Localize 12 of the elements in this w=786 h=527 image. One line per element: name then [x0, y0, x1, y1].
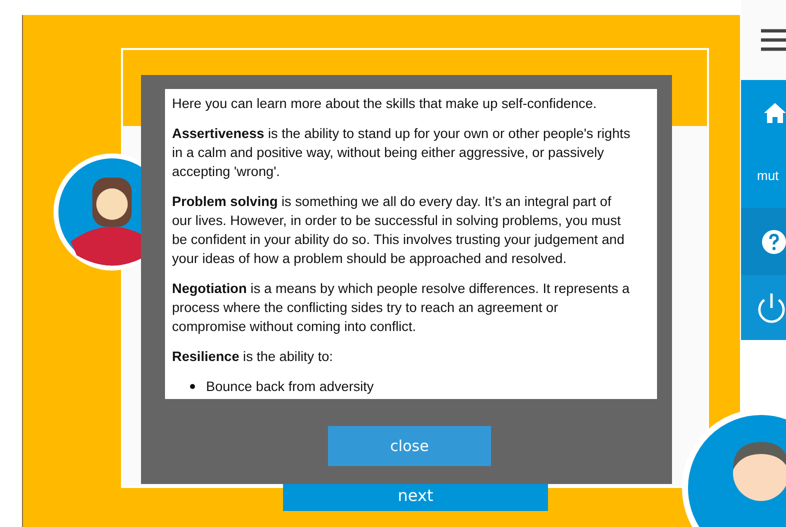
- paragraph: Assertiveness is the ability to stand up for your own or other people's rights in a calm and positive way, without being either aggressive, or passively accepting 'wrong'.: [172, 125, 631, 181]
- menu-icon[interactable]: [761, 27, 786, 53]
- paragraph: Problem solving is something we all do every day. It’s an integral part of our lives. However, in order to be successful in solving problems, you must be confident in your ability do so. This involves trusting your judgement and your ideas of how a problem should be approached and resolved.: [172, 193, 626, 268]
- paragraph: Negotiation is a means by which people resolve differences. It represents a process where the conflicting sides try to reach an agreement or compromise without coming into conflict.: [172, 280, 631, 336]
- help-icon[interactable]: [762, 230, 786, 254]
- home-icon[interactable]: [763, 102, 786, 124]
- paragraph: Resilience is the ability to:: [172, 348, 334, 366]
- list-item: Bounce back from adversity: [206, 378, 374, 396]
- paragraph: Here you can learn more about the skills that make up self-confidence.: [172, 95, 598, 113]
- bullet-icon: [190, 384, 195, 389]
- mute-button[interactable]: mut: [757, 168, 779, 183]
- close-button[interactable]: close: [328, 426, 491, 466]
